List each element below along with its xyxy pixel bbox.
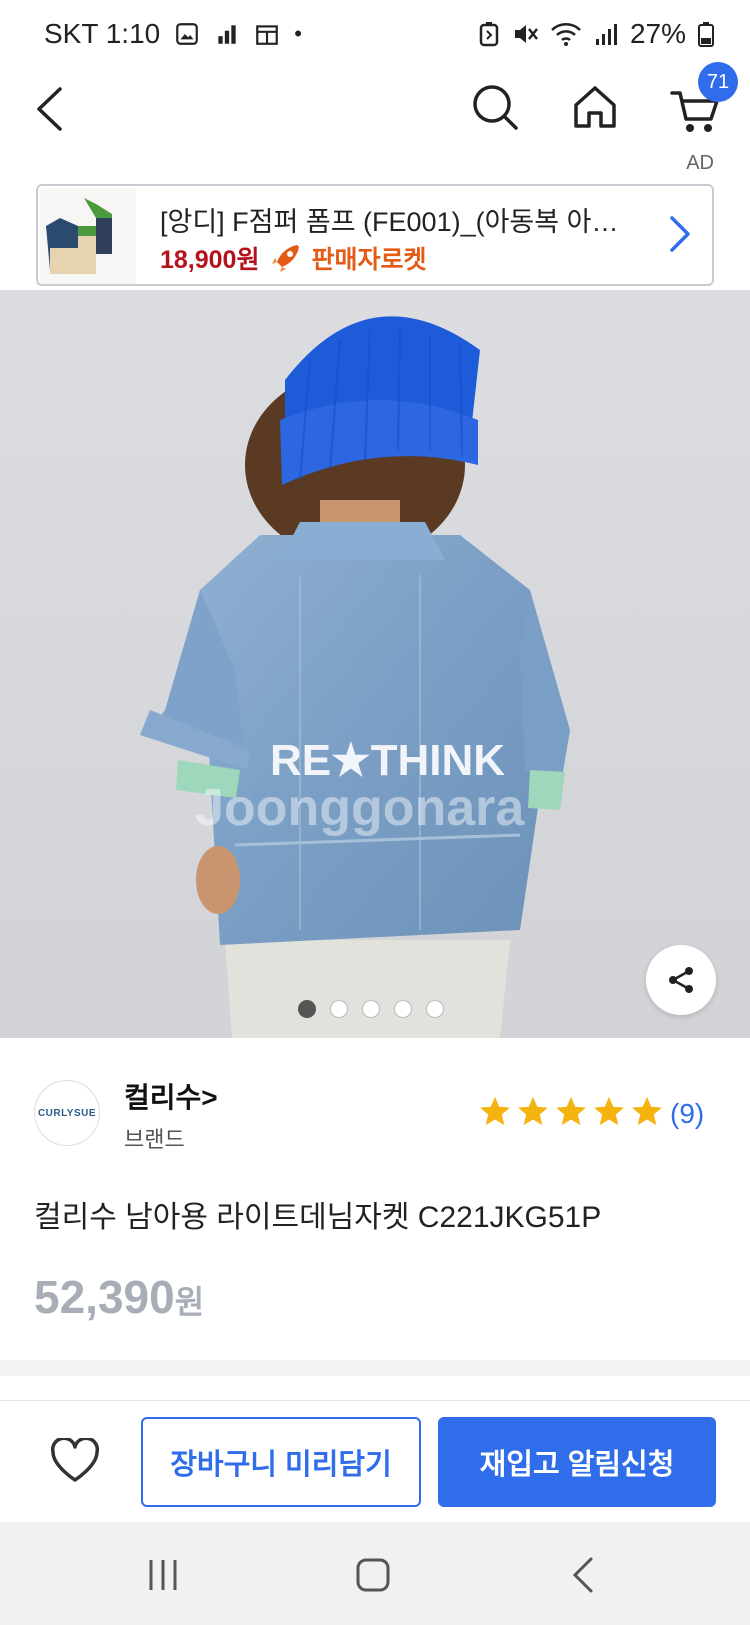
brand-name-link[interactable]: 컬리수> bbox=[124, 1076, 218, 1116]
home-button[interactable] bbox=[560, 72, 630, 142]
system-back-icon bbox=[572, 1557, 593, 1593]
mute-icon bbox=[514, 25, 538, 43]
search-button[interactable] bbox=[460, 72, 530, 142]
status-right: 27% bbox=[478, 18, 714, 50]
back-arrow-icon bbox=[37, 87, 62, 131]
back-button[interactable] bbox=[14, 74, 84, 144]
chevron-right-icon bbox=[670, 216, 690, 252]
more-notifications-dot-icon: • bbox=[294, 21, 302, 46]
gallery-pagination-dots bbox=[298, 1000, 444, 1018]
heart-icon bbox=[50, 1438, 100, 1482]
star-icon bbox=[556, 1096, 586, 1126]
kids-jacket-thumbnail-image bbox=[40, 188, 136, 284]
review-count-link[interactable]: (9) bbox=[670, 1098, 704, 1130]
rating-stars[interactable] bbox=[478, 1094, 664, 1128]
star-icon bbox=[480, 1096, 510, 1126]
status-bar: SKT 1:10 • 27% bbox=[0, 0, 750, 72]
ad-product-thumbnail bbox=[40, 188, 136, 284]
wifi-icon bbox=[551, 23, 581, 46]
carrier-time: SKT 1:10 bbox=[44, 18, 161, 49]
pagination-dot[interactable] bbox=[298, 1000, 316, 1018]
watermark-text: Joonggonara bbox=[195, 779, 525, 837]
pagination-dot[interactable] bbox=[330, 1000, 348, 1018]
product-price: 52,390원 bbox=[34, 1270, 204, 1324]
brand-logo[interactable]: CURLYSUE bbox=[34, 1080, 100, 1146]
pagination-dot[interactable] bbox=[362, 1000, 380, 1018]
search-icon bbox=[473, 85, 518, 130]
jacket-print-text: RE★THINK bbox=[270, 736, 505, 785]
wishlist-button[interactable] bbox=[44, 1433, 106, 1489]
bottom-action-bar: 장바구니 미리담기 재입고 알림신청 bbox=[0, 1400, 750, 1522]
product-photo-denim-jacket: RE★THINK Joonggonara bbox=[0, 290, 750, 1038]
star-icon bbox=[518, 1096, 548, 1126]
ad-product-title: [앙디] F점퍼 폼프 (FE001)_(아동복 아동… bbox=[160, 207, 630, 237]
rocket-icon bbox=[272, 245, 300, 272]
pagination-dot[interactable] bbox=[394, 1000, 412, 1018]
ad-banner[interactable]: [앙디] F점퍼 폼프 (FE001)_(아동복 아동… 18,900원 판매자… bbox=[36, 184, 714, 286]
battery-percent: 27% bbox=[629, 18, 686, 49]
cell-signal-icon bbox=[595, 24, 617, 45]
home-system-button[interactable] bbox=[348, 1550, 398, 1600]
calendar-notification-icon bbox=[256, 25, 279, 45]
pagination-dot[interactable] bbox=[426, 1000, 444, 1018]
star-icon bbox=[594, 1096, 624, 1126]
price-number: 52,390 bbox=[34, 1271, 175, 1323]
recent-apps-icon bbox=[149, 1560, 177, 1590]
share-icon bbox=[669, 967, 693, 993]
brand-subtitle: 브랜드 bbox=[124, 1127, 185, 1152]
seller-rocket-badge: 판매자로켓 bbox=[311, 246, 427, 274]
ad-label: AD bbox=[686, 152, 714, 174]
price-unit: 원 bbox=[174, 1284, 205, 1320]
product-image-gallery[interactable]: RE★THINK Joonggonara bbox=[0, 290, 750, 1038]
section-divider bbox=[0, 1360, 750, 1376]
battery-saver-icon bbox=[479, 22, 499, 47]
ad-price-row: 18,900원 판매자로켓 bbox=[160, 240, 426, 276]
product-title: 컬리수 남아용 라이트데님자켓 C221JKG51P bbox=[34, 1201, 602, 1234]
battery-icon bbox=[698, 22, 714, 47]
system-back-button[interactable] bbox=[558, 1550, 608, 1600]
share-button[interactable] bbox=[646, 945, 716, 1015]
restock-alert-button[interactable]: 재입고 알림신청 bbox=[438, 1417, 716, 1507]
add-to-cart-preview-button[interactable]: 장바구니 미리담기 bbox=[141, 1417, 421, 1507]
star-icon bbox=[632, 1096, 662, 1126]
system-navigation-bar bbox=[0, 1522, 750, 1625]
top-navigation bbox=[0, 72, 750, 162]
gallery-notification-icon bbox=[176, 23, 199, 45]
signal-notification-icon bbox=[218, 25, 236, 44]
home-icon bbox=[574, 86, 616, 128]
status-left: SKT 1:10 • bbox=[44, 18, 302, 50]
recent-apps-button[interactable] bbox=[138, 1550, 188, 1600]
home-square-icon bbox=[356, 1558, 390, 1592]
cart-count-badge: 71 bbox=[698, 62, 738, 102]
ad-price: 18,900원 bbox=[160, 246, 260, 274]
